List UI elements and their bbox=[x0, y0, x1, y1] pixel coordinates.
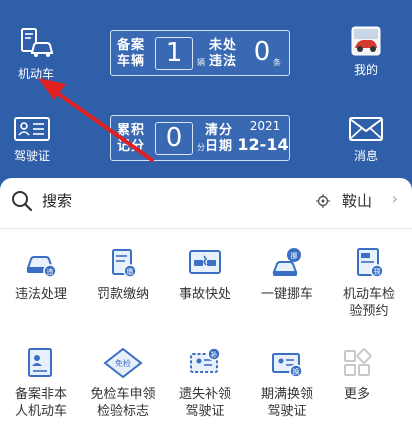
points-value: 0 bbox=[155, 122, 193, 155]
service-label: 违法处理 bbox=[14, 287, 67, 302]
registered-count: 1 bbox=[155, 37, 193, 70]
service-violation-handle[interactable]: 违 违法处理 bbox=[0, 246, 82, 303]
divider bbox=[0, 228, 412, 229]
license-label: 驾驶证 bbox=[13, 149, 50, 163]
clear-date: 12-14 bbox=[237, 135, 289, 154]
message-button[interactable]: 消息 bbox=[334, 116, 398, 164]
renew-license-icon: 换 bbox=[272, 353, 303, 378]
inspection-booking-icon: 预 bbox=[357, 248, 384, 278]
service-label: 罚款缴纳 bbox=[96, 287, 149, 302]
message-label: 消息 bbox=[353, 149, 378, 163]
clear-year: 2021 bbox=[249, 119, 281, 133]
service-label: 一键挪车 bbox=[260, 287, 313, 302]
clear-label-2: 日期 bbox=[205, 139, 234, 154]
points-unit: 分 bbox=[197, 143, 205, 152]
my-button[interactable]: 我的 bbox=[334, 26, 398, 78]
accident-quick-icon bbox=[189, 250, 221, 274]
svg-text:挪: 挪 bbox=[291, 251, 298, 260]
register-vehicle-icon bbox=[28, 348, 52, 377]
service-register-vehicle[interactable]: 备案非本 人机动车 bbox=[0, 346, 82, 420]
registered-label-2: 车辆 bbox=[117, 54, 146, 69]
license-summary-panel[interactable]: 累积 记分 0 分 清分 日期 2021 12-14 bbox=[110, 115, 290, 161]
svg-text:违: 违 bbox=[47, 268, 54, 276]
location-target-icon bbox=[316, 194, 330, 208]
more-icon bbox=[344, 348, 372, 376]
license-card-icon bbox=[14, 117, 50, 141]
service-more[interactable]: 更多 bbox=[316, 346, 398, 403]
violation-label-1: 未处 bbox=[209, 38, 238, 53]
search-icon bbox=[12, 191, 33, 212]
svg-text:补: 补 bbox=[211, 350, 218, 359]
service-move-car[interactable]: 挪 一键挪车 bbox=[246, 246, 328, 303]
my-label: 我的 bbox=[353, 63, 378, 77]
service-label: 免检车申领 检验标志 bbox=[90, 387, 156, 419]
svg-text:缴: 缴 bbox=[127, 267, 134, 276]
service-label: 更多 bbox=[343, 387, 370, 402]
vehicle-button[interactable]: 机动车 bbox=[4, 26, 68, 82]
violation-label-2: 违法 bbox=[209, 54, 238, 69]
service-accident-quick[interactable]: 事故快处 bbox=[164, 246, 246, 303]
services-card: 搜索 鞍山 › 违 违法处理 缴 罚款缴纳 事故快处 挪 一键挪车 预 机动车检… bbox=[0, 178, 412, 425]
search-bar[interactable]: 搜索 鞍山 › bbox=[0, 178, 412, 220]
location-label[interactable]: 鞍山 bbox=[342, 190, 372, 211]
move-car-icon: 挪 bbox=[272, 248, 301, 276]
service-label: 机动车检 验预约 bbox=[342, 287, 395, 319]
mail-icon bbox=[349, 117, 383, 141]
vehicle-label: 机动车 bbox=[17, 67, 54, 81]
points-label-1: 累积 bbox=[117, 123, 146, 138]
service-label: 遗失补领 驾驶证 bbox=[178, 387, 231, 419]
fine-payment-icon: 缴 bbox=[112, 249, 137, 278]
violation-unit: 条 bbox=[273, 58, 281, 67]
svg-text:免检: 免检 bbox=[115, 358, 131, 368]
svg-text:换: 换 bbox=[293, 367, 300, 376]
license-button[interactable]: 驾驶证 bbox=[0, 116, 64, 164]
clear-label-1: 清分 bbox=[205, 123, 234, 138]
vehicle-summary-panel[interactable]: 备案 车辆 1 辆 未处 违法 0 条 bbox=[110, 30, 290, 76]
avatar bbox=[351, 26, 381, 56]
violation-handle-icon: 违 bbox=[26, 256, 57, 278]
service-label: 事故快处 bbox=[178, 287, 231, 302]
points-label-2: 记分 bbox=[117, 139, 146, 154]
exempt-sticker-icon: 免检 bbox=[103, 347, 143, 379]
service-label: 备案非本 人机动车 bbox=[14, 387, 67, 419]
service-exempt-sticker[interactable]: 免检 免检车申领 检验标志 bbox=[82, 346, 164, 420]
vehicle-doc-icon bbox=[21, 28, 54, 57]
registered-label-1: 备案 bbox=[117, 38, 146, 53]
service-reissue-license[interactable]: 补 遗失补领 驾驶证 bbox=[164, 346, 246, 420]
search-label: 搜索 bbox=[42, 192, 73, 210]
header-banner: 机动车 备案 车辆 1 辆 未处 违法 0 条 我的 驾驶证 累积 记分 0 分… bbox=[0, 0, 412, 196]
service-inspection-booking[interactable]: 预 机动车检 验预约 bbox=[328, 246, 410, 320]
registered-unit: 辆 bbox=[197, 58, 205, 67]
svg-text:预: 预 bbox=[374, 267, 381, 276]
reissue-license-icon: 补 bbox=[190, 347, 221, 373]
chevron-right-icon[interactable]: › bbox=[392, 189, 398, 208]
service-fine-payment[interactable]: 缴 罚款缴纳 bbox=[82, 246, 164, 303]
